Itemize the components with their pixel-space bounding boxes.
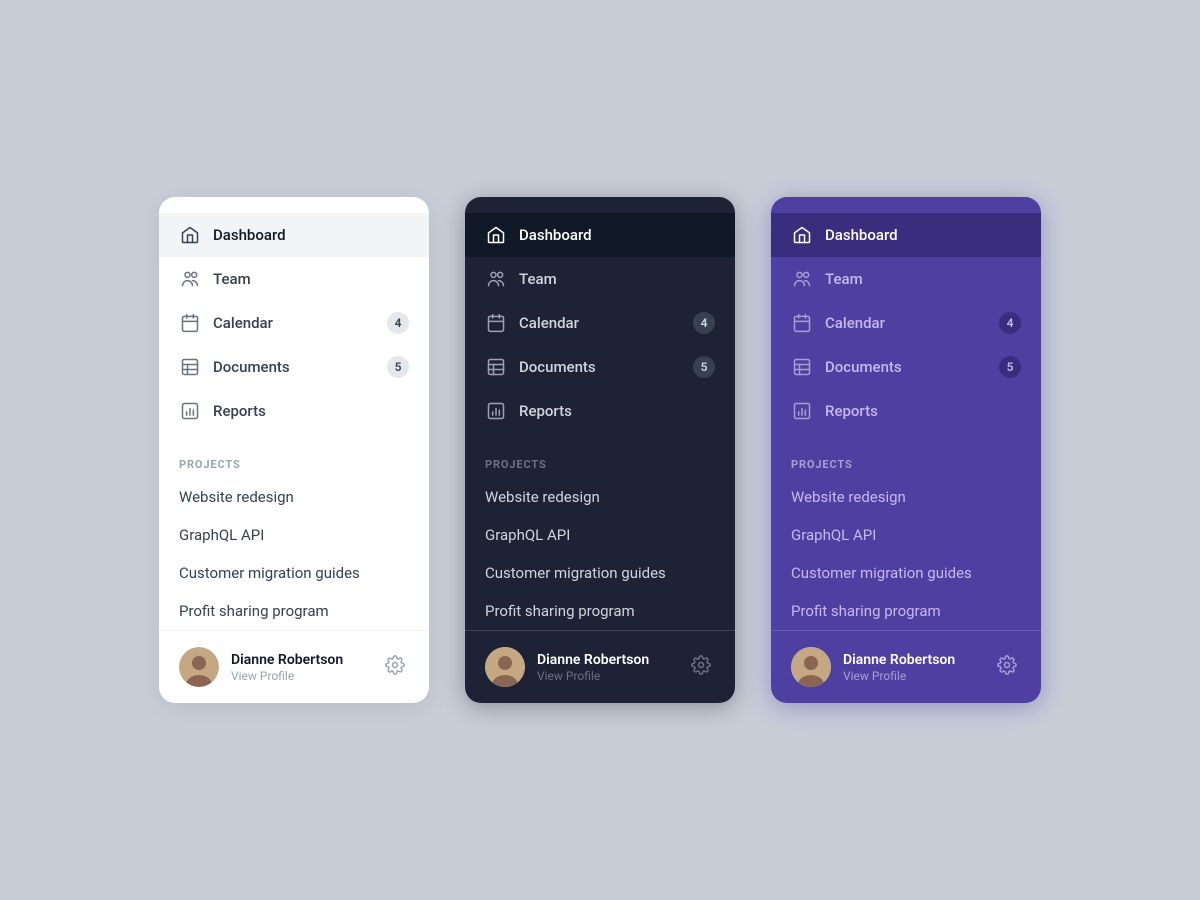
nav-item-dashboard[interactable]: Dashboard [159,213,429,257]
nav-item-dashboard-purple[interactable]: Dashboard [771,213,1041,257]
team-label: Team [213,270,409,288]
documents-icon [179,356,201,378]
user-name-dark: Dianne Robertson [537,652,675,668]
settings-button-purple[interactable] [993,651,1021,683]
calendar-label: Calendar [213,314,375,332]
documents-label-purple: Documents [825,358,987,376]
calendar-label-dark: Calendar [519,314,681,332]
projects-label-dark: PROJECTS [485,458,547,471]
documents-badge-purple: 5 [999,356,1021,378]
user-name-purple: Dianne Robertson [843,652,981,668]
calendar-icon [179,312,201,334]
home-icon-purple [791,224,813,246]
projects-label-purple: PROJECTS [791,458,853,471]
project-website-redesign[interactable]: Website redesign [159,478,429,516]
projects-section-header-dark: PROJECTS [465,437,735,478]
reports-label-dark: Reports [519,402,715,420]
documents-label: Documents [213,358,375,376]
user-area-purple: Dianne Robertson View Profile [771,630,1041,703]
nav-item-reports-dark[interactable]: Reports [465,389,735,433]
avatar [179,647,219,687]
home-icon [179,224,201,246]
documents-label-dark: Documents [519,358,681,376]
projects-list: Website redesign GraphQL API Customer mi… [159,478,429,630]
reports-label: Reports [213,402,409,420]
calendar-label-purple: Calendar [825,314,987,332]
nav-section-main-dark: Dashboard Team [465,209,735,437]
project-graphql-api-purple[interactable]: GraphQL API [771,516,1041,554]
documents-icon-purple [791,356,813,378]
reports-label-purple: Reports [825,402,1021,420]
project-website-redesign-purple[interactable]: Website redesign [771,478,1041,516]
project-customer-migration[interactable]: Customer migration guides [159,554,429,592]
user-info-purple: Dianne Robertson View Profile [843,652,981,683]
team-icon [179,268,201,290]
user-area-dark: Dianne Robertson View Profile [465,630,735,703]
nav-item-calendar-dark[interactable]: Calendar 4 [465,301,735,345]
calendar-icon-purple [791,312,813,334]
project-graphql-api-dark[interactable]: GraphQL API [465,516,735,554]
user-sub-purple: View Profile [843,669,981,683]
team-icon-dark [485,268,507,290]
nav-item-calendar[interactable]: Calendar 4 [159,301,429,345]
calendar-badge-dark: 4 [693,312,715,334]
user-area-light: Dianne Robertson View Profile [159,630,429,703]
projects-section-header: PROJECTS [159,437,429,478]
team-label-dark: Team [519,270,715,288]
dashboard-label-dark: Dashboard [519,226,715,244]
nav-item-team-dark[interactable]: Team [465,257,735,301]
project-customer-migration-dark[interactable]: Customer migration guides [465,554,735,592]
nav-item-documents-purple[interactable]: Documents 5 [771,345,1041,389]
user-name: Dianne Robertson [231,652,369,668]
home-icon-dark [485,224,507,246]
project-profit-sharing-dark[interactable]: Profit sharing program [465,592,735,630]
nav-item-reports[interactable]: Reports [159,389,429,433]
projects-label: PROJECTS [179,458,241,471]
documents-badge: 5 [387,356,409,378]
reports-icon-purple [791,400,813,422]
nav-item-team-purple[interactable]: Team [771,257,1041,301]
user-info-dark: Dianne Robertson View Profile [537,652,675,683]
project-customer-migration-purple[interactable]: Customer migration guides [771,554,1041,592]
projects-list-purple: Website redesign GraphQL API Customer mi… [771,478,1041,630]
user-sub-dark: View Profile [537,669,675,683]
sidebar-purple: Dashboard Team [771,197,1041,703]
sidebar-light: Dashboard Team [159,197,429,703]
avatar-purple [791,647,831,687]
documents-icon-dark [485,356,507,378]
project-website-redesign-dark[interactable]: Website redesign [465,478,735,516]
sidebar-dark: Dashboard Team [465,197,735,703]
project-profit-sharing[interactable]: Profit sharing program [159,592,429,630]
settings-button[interactable] [381,651,409,683]
reports-icon-dark [485,400,507,422]
calendar-badge: 4 [387,312,409,334]
team-icon-purple [791,268,813,290]
nav-item-reports-purple[interactable]: Reports [771,389,1041,433]
documents-badge-dark: 5 [693,356,715,378]
settings-button-dark[interactable] [687,651,715,683]
nav-item-documents-dark[interactable]: Documents 5 [465,345,735,389]
calendar-badge-purple: 4 [999,312,1021,334]
project-profit-sharing-purple[interactable]: Profit sharing program [771,592,1041,630]
project-graphql-api[interactable]: GraphQL API [159,516,429,554]
nav-item-team[interactable]: Team [159,257,429,301]
nav-item-dashboard-dark[interactable]: Dashboard [465,213,735,257]
team-label-purple: Team [825,270,1021,288]
nav-item-documents[interactable]: Documents 5 [159,345,429,389]
avatar-dark [485,647,525,687]
dashboard-label: Dashboard [213,226,409,244]
projects-list-dark: Website redesign GraphQL API Customer mi… [465,478,735,630]
reports-icon [179,400,201,422]
nav-section-main-purple: Dashboard Team [771,209,1041,437]
dashboard-label-purple: Dashboard [825,226,1021,244]
projects-section-header-purple: PROJECTS [771,437,1041,478]
nav-section-main: Dashboard Team [159,209,429,437]
user-sub: View Profile [231,669,369,683]
user-info: Dianne Robertson View Profile [231,652,369,683]
main-container: Dashboard Team [119,137,1081,763]
nav-item-calendar-purple[interactable]: Calendar 4 [771,301,1041,345]
calendar-icon-dark [485,312,507,334]
